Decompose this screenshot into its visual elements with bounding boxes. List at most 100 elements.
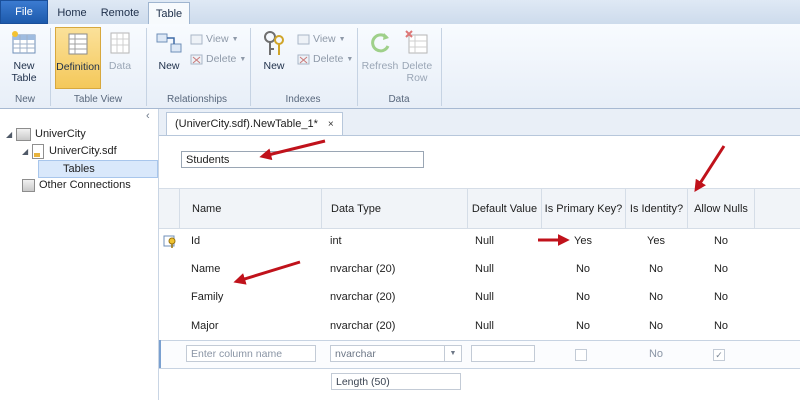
keys-icon (259, 29, 289, 57)
primary-key-icon (163, 226, 179, 255)
data-view-button[interactable]: Data (101, 27, 139, 87)
row-primary-key[interactable]: No (541, 254, 625, 283)
tree-selection-highlight (38, 160, 158, 178)
table-row[interactable]: Major nvarchar (20) Null No No No (159, 311, 800, 340)
column-header-primary-key[interactable]: Is Primary Key? (541, 189, 625, 228)
relationship-delete-button[interactable]: Delete ▼ (190, 51, 246, 67)
delete-icon (190, 54, 203, 65)
column-header-identity[interactable]: Is Identity? (625, 189, 687, 228)
tree-node-tables[interactable]: Tables (63, 161, 95, 177)
database-icon (16, 127, 31, 141)
row-default-value[interactable]: Null (475, 282, 494, 311)
row-identity[interactable]: No (625, 311, 687, 340)
primary-key-checkbox[interactable] (575, 349, 587, 361)
chevron-down-icon: ▼ (239, 55, 247, 63)
row-default-value[interactable]: Null (475, 254, 494, 283)
close-icon[interactable]: × (328, 119, 334, 130)
row-primary-key[interactable]: No (541, 282, 625, 311)
row-identity[interactable]: No (625, 282, 687, 311)
database-file-icon (32, 143, 44, 159)
table-row[interactable]: Family nvarchar (20) Null No No No (159, 282, 800, 311)
file-tab[interactable]: File (0, 0, 48, 24)
row-default-value[interactable]: Null (475, 311, 494, 340)
relationship-view-button[interactable]: View ▼ (190, 31, 239, 47)
row-name[interactable]: Name (191, 254, 220, 283)
row-name[interactable]: Family (191, 282, 223, 311)
new-table-label-1: New (13, 60, 35, 72)
new-default-value-input[interactable] (471, 345, 535, 362)
relationship-new-label: New (158, 60, 180, 72)
view-icon (190, 34, 203, 45)
expand-arrow-icon[interactable]: ◢ (6, 130, 16, 139)
row-data-type[interactable]: nvarchar (20) (330, 254, 395, 283)
index-view-button[interactable]: View ▼ (297, 31, 346, 47)
table-name-input[interactable]: Students (181, 151, 424, 168)
row-primary-key[interactable]: No (541, 311, 625, 340)
length-input[interactable]: Length (50) (331, 373, 461, 390)
document-tab[interactable]: (UniverCity.sdf).NewTable_1* × (166, 112, 343, 135)
index-new-button[interactable]: New (254, 27, 294, 87)
new-column-type-select[interactable]: nvarchar ▼ (330, 345, 462, 362)
table-row[interactable]: Name nvarchar (20) Null No No No (159, 254, 800, 283)
allow-nulls-checkbox[interactable]: ✓ (713, 349, 725, 361)
group-label-indexes: Indexes (285, 94, 321, 105)
row-allow-nulls[interactable]: No (687, 282, 755, 311)
row-primary-key[interactable]: Yes (541, 226, 625, 255)
row-default-value[interactable]: Null (475, 226, 494, 255)
tree-node-sdf-file[interactable]: ◢ UniverCity.sdf (22, 143, 117, 159)
row-identity[interactable]: No (625, 254, 687, 283)
tab-home[interactable]: Home (52, 3, 92, 23)
group-label-relationships: Relationships (166, 94, 228, 105)
definition-label: Definition (56, 61, 100, 73)
definition-icon (63, 30, 93, 58)
delete-row-label-1: Delete (401, 60, 433, 72)
table-row[interactable]: Id int Null Yes Yes No (159, 226, 800, 255)
new-row-identity[interactable]: No (625, 340, 687, 368)
row-identity[interactable]: Yes (625, 226, 687, 255)
definition-button[interactable]: Definition (55, 27, 101, 89)
new-table-label-2: Table (11, 72, 37, 84)
delete-row-label-2: Row (406, 72, 428, 84)
grid-header: Name Data Type Default Value Is Primary … (159, 188, 800, 229)
index-view-label: View (313, 33, 336, 45)
column-header-data-type[interactable]: Data Type (321, 189, 467, 228)
expand-arrow-icon[interactable]: ◢ (22, 147, 32, 156)
data-view-label: Data (108, 60, 132, 72)
collapse-panel-icon[interactable]: ‹ (146, 110, 150, 122)
view-icon (297, 34, 310, 45)
row-allow-nulls[interactable]: No (687, 254, 755, 283)
row-name[interactable]: Major (191, 311, 219, 340)
relationship-view-label: View (206, 33, 229, 45)
refresh-button[interactable]: Refresh (361, 27, 399, 87)
row-data-type[interactable]: nvarchar (20) (330, 282, 395, 311)
relationship-icon (154, 29, 184, 57)
tab-table[interactable]: Table (148, 2, 190, 25)
group-label-table-view: Table View (73, 94, 123, 105)
annotation-arrow-allow-nulls (694, 145, 726, 193)
new-column-name-input[interactable]: Enter column name (186, 345, 316, 362)
row-data-type[interactable]: nvarchar (20) (330, 311, 395, 340)
row-data-type[interactable]: int (330, 226, 342, 255)
row-allow-nulls[interactable]: No (687, 226, 755, 255)
new-table-button[interactable]: New Table (2, 27, 46, 87)
row-name[interactable]: Id (191, 226, 200, 255)
tree-node-label: UniverCity.sdf (49, 145, 117, 157)
chevron-down-icon: ▼ (338, 35, 346, 43)
column-header-name[interactable]: Name (179, 189, 321, 228)
delete-icon (297, 54, 310, 65)
chevron-down-icon[interactable]: ▼ (444, 346, 461, 361)
column-header-default-value[interactable]: Default Value (467, 189, 541, 228)
tab-remote[interactable]: Remote (98, 3, 142, 23)
refresh-icon (365, 29, 395, 57)
server-icon (22, 178, 35, 192)
tree-node-other-connections[interactable]: Other Connections (22, 177, 131, 193)
ribbon: New Table New Definition Data Table View… (0, 24, 800, 109)
data-grid-icon (105, 29, 135, 57)
tree-node-univercity[interactable]: ◢ UniverCity (6, 126, 86, 142)
relationship-new-button[interactable]: New (150, 27, 188, 87)
index-delete-button[interactable]: Delete ▼ (297, 51, 353, 67)
tree-node-label: Tables (63, 163, 95, 175)
row-allow-nulls[interactable]: No (687, 311, 755, 340)
column-header-allow-nulls[interactable]: Allow Nulls (687, 189, 755, 228)
delete-row-button[interactable]: Delete Row (399, 27, 435, 87)
